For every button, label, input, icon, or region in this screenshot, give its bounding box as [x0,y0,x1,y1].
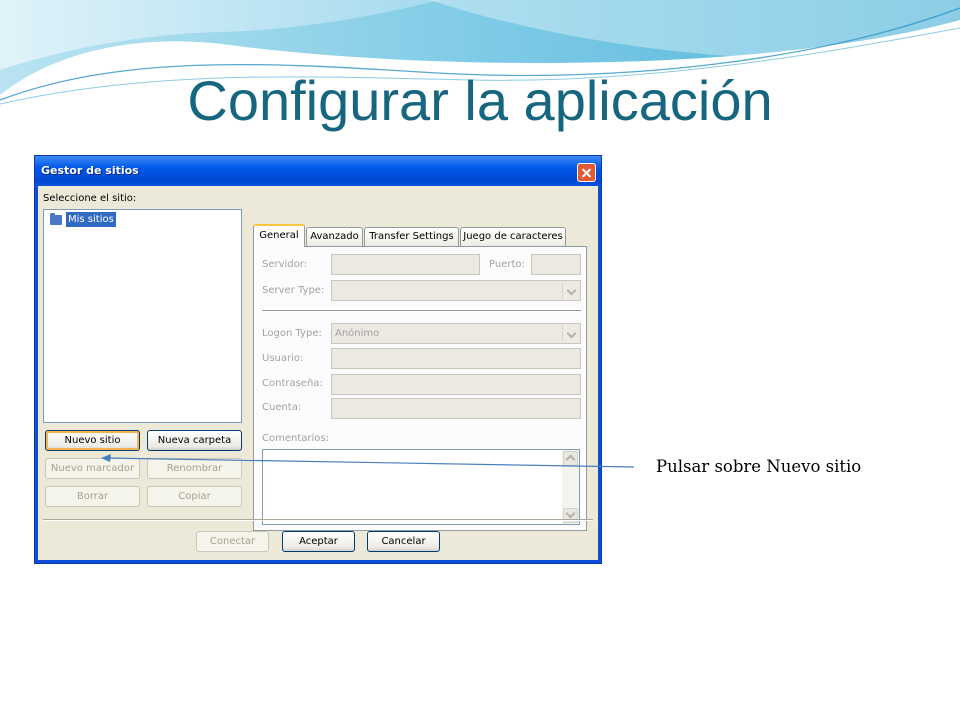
new-site-button[interactable]: Nuevo sitio [45,430,140,451]
password-label: Contraseña: [262,378,323,389]
site-manager-dialog: Gestor de sitios Seleccione el sitio: Mi… [34,155,602,564]
account-input[interactable] [331,398,581,419]
password-input[interactable] [331,374,581,395]
site-tree[interactable]: Mis sitios [43,209,242,423]
tab-general[interactable]: General [253,224,305,247]
port-input[interactable] [531,254,581,275]
comments-textarea[interactable] [262,449,580,525]
comments-label: Comentarios: [262,433,329,444]
callout-text: Pulsar sobre Nuevo sitio [656,457,862,476]
delete-button[interactable]: Borrar [45,486,140,507]
chevron-down-icon[interactable] [562,282,579,299]
server-label: Servidor: [262,259,308,270]
slide-title: Configurar la aplicación [187,69,773,132]
divider [262,310,581,312]
chevron-down-icon[interactable] [562,325,579,342]
comments-scrollbar[interactable] [562,450,579,524]
cancel-button[interactable]: Cancelar [367,531,440,552]
logon-type-select[interactable]: Anónimo [331,323,581,344]
server-input[interactable] [331,254,480,275]
ok-button[interactable]: Aceptar [282,531,355,552]
account-label: Cuenta: [262,402,302,413]
dialog-title: Gestor de sitios [41,164,139,177]
scroll-up-icon[interactable] [563,451,578,466]
tab-juego-de-caracteres[interactable]: Juego de caracteres [460,227,566,246]
dialog-titlebar[interactable]: Gestor de sitios [35,156,601,186]
new-bookmark-button[interactable]: Nuevo marcador [45,458,140,479]
server-type-label: Server Type: [262,285,325,296]
tab-avanzado[interactable]: Avanzado [306,227,363,246]
server-type-select[interactable] [331,280,581,301]
logon-type-value: Anónimo [335,328,380,339]
tree-item-label: Mis sitios [66,212,116,227]
tab-transfer-settings[interactable]: Transfer Settings [364,227,459,246]
user-input[interactable] [331,348,581,369]
dialog-client-area: Seleccione el sitio: Mis sitios Nuevo si… [38,186,598,560]
connect-button[interactable]: Conectar [196,531,269,552]
user-label: Usuario: [262,353,304,364]
select-site-label: Seleccione el sitio: [43,193,137,204]
footer-divider [43,519,593,521]
port-label: Puerto: [489,259,525,270]
copy-button[interactable]: Copiar [147,486,242,507]
folder-icon [50,213,62,225]
close-icon[interactable] [577,163,596,182]
logon-type-label: Logon Type: [262,328,322,339]
rename-button[interactable]: Renombrar [147,458,242,479]
new-folder-button[interactable]: Nueva carpeta [147,430,242,451]
